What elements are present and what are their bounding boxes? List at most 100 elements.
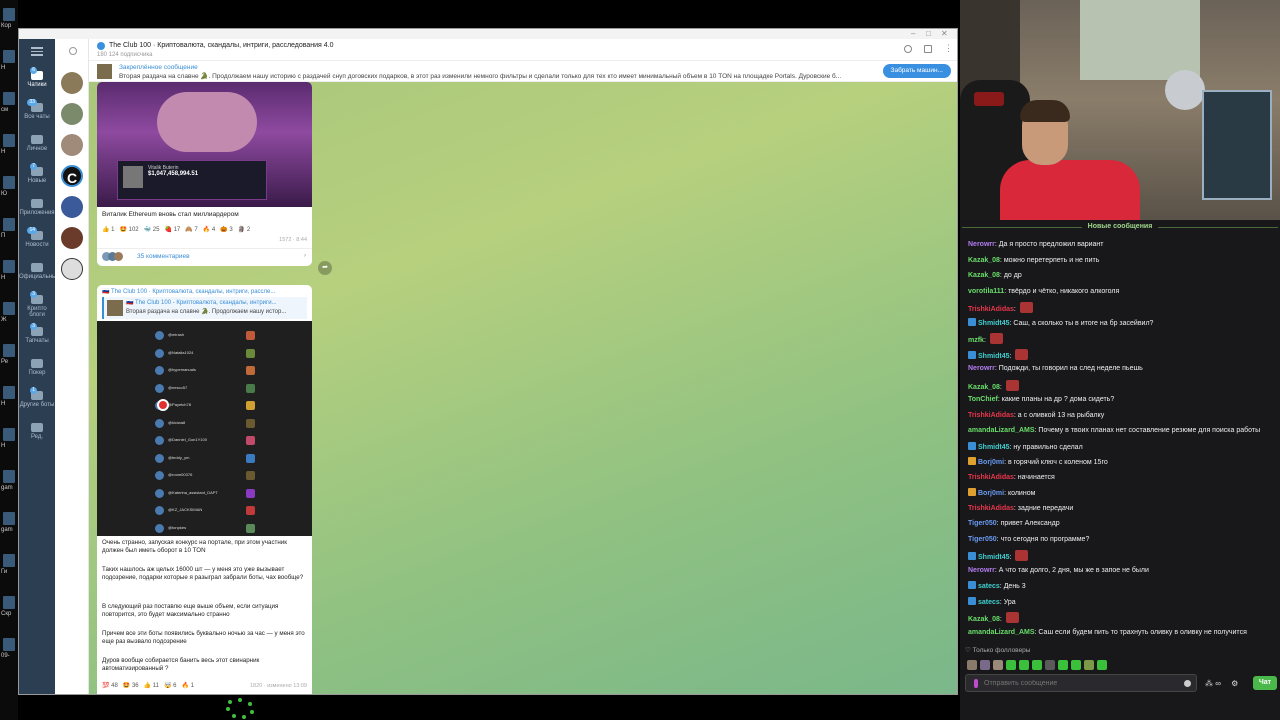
chat-username[interactable]: Borj0mi (978, 490, 1004, 497)
chat-username[interactable]: Borj0mi (978, 459, 1004, 466)
reaction-chip[interactable]: 🤩 36 (123, 683, 139, 689)
reaction-row[interactable]: 👍 1 🤩 102 🐳 25 🍓 17 🙈 7 🔥 4 🎃 3 🗿 2 (102, 226, 255, 233)
desktop-shortcut-icon[interactable] (3, 8, 15, 21)
chat-avatar[interactable] (61, 196, 83, 218)
pinned-action-button[interactable]: Забрать машин... (882, 64, 951, 78)
forwarded-header[interactable]: 🇷🇺 The Club 100 · Криптовалюта, скандалы… (102, 288, 307, 295)
reaction-chip[interactable]: 🎃 3 (220, 227, 232, 233)
desktop-shortcut-icon[interactable] (3, 554, 15, 567)
desktop-shortcut-icon[interactable] (3, 302, 15, 315)
chat-avatar[interactable] (61, 227, 83, 249)
emote-icon[interactable] (1084, 660, 1094, 670)
desktop-shortcut-icon[interactable] (3, 512, 15, 525)
desktop-shortcut-icon[interactable] (3, 344, 15, 357)
desktop-shortcut-icon[interactable] (3, 50, 15, 63)
desktop-shortcut-icon[interactable] (3, 92, 15, 105)
reaction-chip[interactable]: 🗿 2 (238, 227, 250, 233)
desktop-shortcut-icon[interactable] (3, 134, 15, 147)
reaction-row[interactable]: 💯 48 🤩 36 👍 11 🤯 6 🔥 1 (102, 682, 199, 689)
minimize-icon[interactable]: – (911, 29, 915, 39)
folder-tab[interactable]: 33 Все чаты (19, 99, 55, 120)
post-screenshot[interactable]: @mirash @Natalia1024 @hypemanuals @nesco57 @… (97, 321, 312, 536)
desktop-shortcut-icon[interactable] (3, 596, 15, 609)
emote-icon[interactable] (980, 660, 990, 670)
emote-icon[interactable] (1032, 660, 1042, 670)
chat-username[interactable]: Kazak_08 (968, 616, 1000, 623)
chat-username[interactable]: Shmidt45 (978, 320, 1010, 327)
chat-avatar[interactable] (61, 103, 83, 125)
emote-icon[interactable] (1006, 660, 1016, 670)
emote-icon[interactable] (1045, 660, 1055, 670)
reaction-chip[interactable]: 💯 48 (102, 683, 118, 689)
chat-username[interactable]: Nerowrr (968, 241, 995, 248)
chat-avatar[interactable] (61, 72, 83, 94)
folder-tab[interactable]: 7 Новые (19, 163, 55, 184)
comments-link[interactable]: 35 комментариев › (97, 248, 312, 264)
search-icon[interactable] (904, 45, 912, 53)
folder-tab[interactable]: 3 Тапчаты (19, 323, 55, 344)
chat-avatar[interactable] (61, 134, 83, 156)
folder-tab[interactable]: Личное (19, 135, 55, 152)
reaction-chip[interactable]: 👍 1 (102, 227, 114, 233)
folder-tab[interactable]: 6 Чатики (19, 67, 55, 88)
chat-username[interactable]: Tiger050 (968, 536, 997, 543)
chat-send-button[interactable]: Чат (1253, 676, 1277, 690)
emote-icon[interactable] (967, 660, 977, 670)
chat-username[interactable]: Shmidt45 (978, 554, 1010, 561)
maximize-icon[interactable]: □ (926, 29, 931, 39)
emote-icon[interactable] (1019, 660, 1029, 670)
link-icon[interactable]: ∞ (1215, 679, 1221, 688)
chat-username[interactable]: Kazak_08 (968, 257, 1000, 264)
settings-icon[interactable]: ⚙ (1231, 679, 1238, 688)
emote-icon[interactable] (1071, 660, 1081, 670)
chat-username[interactable]: mzfk (968, 337, 984, 344)
chat-avatar[interactable] (61, 258, 83, 280)
chat-username[interactable]: Kazak_08 (968, 384, 1000, 391)
reaction-chip[interactable]: 🔥 4 (203, 227, 215, 233)
points-icon[interactable]: ⁂ (1205, 679, 1213, 688)
close-icon[interactable]: ✕ (941, 29, 948, 39)
folder-tab[interactable]: Покер (19, 359, 55, 376)
chat-avatar[interactable] (61, 289, 83, 311)
emote-icon[interactable] (1097, 660, 1107, 670)
chat-avatar-active[interactable]: C (61, 165, 83, 187)
emote-icon[interactable] (993, 660, 1003, 670)
pinned-message[interactable]: Закреплённое сообщение Вторая раздача на… (89, 61, 957, 82)
chat-username[interactable]: Kazak_08 (968, 272, 1000, 279)
reaction-chip[interactable]: 🤯 6 (164, 683, 176, 689)
desktop-shortcut-icon[interactable] (3, 470, 15, 483)
folder-tab[interactable]: 3 Крипто блоги (19, 291, 55, 318)
chat-username[interactable]: TonChief (968, 396, 998, 403)
post-image[interactable]: Vitalik Buterin $1,047,458,994.51 (97, 82, 312, 207)
chat-input-box[interactable] (965, 674, 1197, 692)
chat-username[interactable]: TrishkiAdidas (968, 505, 1014, 512)
more-icon[interactable]: ⋮ (944, 43, 953, 54)
desktop-shortcut-icon[interactable] (3, 218, 15, 231)
chat-username[interactable]: satecs (978, 583, 1000, 590)
chat-username[interactable]: satecs (978, 599, 1000, 606)
folder-tab[interactable]: 14 Новости (19, 227, 55, 248)
chat-username[interactable]: Shmidt45 (978, 444, 1010, 451)
chat-username[interactable]: TrishkiAdidas (968, 306, 1014, 313)
emote-icon[interactable] (1058, 660, 1068, 670)
chat-message-input[interactable] (984, 677, 1179, 689)
folder-tab[interactable]: Ред. (19, 423, 55, 440)
menu-icon[interactable] (19, 45, 55, 58)
sidebar-toggle-icon[interactable] (924, 45, 932, 53)
emoji-icon[interactable] (1184, 680, 1191, 687)
search-icon[interactable] (69, 47, 77, 55)
folder-tab[interactable]: Приложения (19, 199, 55, 216)
forward-icon[interactable]: ➦ (318, 261, 332, 275)
chat-username[interactable]: Tiger050 (968, 520, 997, 527)
chat-username[interactable]: Nerowrr (968, 567, 995, 574)
reaction-chip[interactable]: 🙈 7 (185, 227, 197, 233)
mic-icon[interactable] (974, 679, 978, 688)
desktop-shortcut-icon[interactable] (3, 428, 15, 441)
desktop-shortcut-icon[interactable] (3, 176, 15, 189)
reaction-chip[interactable]: 🍓 17 (164, 227, 180, 233)
folder-tab[interactable]: Официальные (19, 263, 60, 280)
reaction-chip[interactable]: 🐳 25 (144, 227, 160, 233)
chat-username[interactable]: vorotila111 (968, 288, 1004, 295)
reaction-chip[interactable]: 🔥 1 (181, 683, 193, 689)
chat-username[interactable]: TrishkiAdidas (968, 474, 1014, 481)
